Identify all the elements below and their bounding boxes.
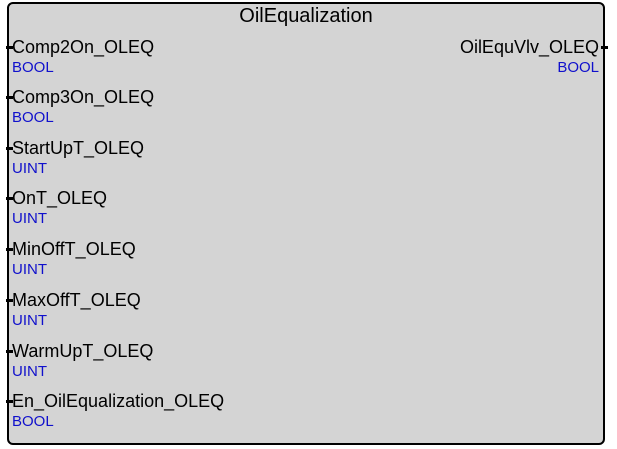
port-type: BOOL <box>12 109 54 126</box>
port-name: MinOffT_OLEQ <box>12 239 136 259</box>
port-name: Comp2On_OLEQ <box>12 37 155 57</box>
input-port-ont[interactable]: OnT_OLEQ UINT <box>6 188 108 228</box>
port-type: UINT <box>12 312 47 329</box>
port-type: UINT <box>12 210 47 227</box>
input-port-maxofft[interactable]: MaxOffT_OLEQ UINT <box>6 290 141 330</box>
input-pin[interactable] <box>6 96 13 99</box>
input-port-comp3on[interactable]: Comp3On_OLEQ BOOL <box>6 87 155 127</box>
port-name: Comp3On_OLEQ <box>12 87 155 107</box>
port-type: UINT <box>12 261 47 278</box>
function-block[interactable]: OilEqualization Comp2On_OLEQ BOOL Comp3O… <box>6 2 608 445</box>
port-name: MaxOffT_OLEQ <box>12 290 141 310</box>
input-port-startupt[interactable]: StartUpT_OLEQ UINT <box>6 138 145 178</box>
port-name: StartUpT_OLEQ <box>12 138 145 158</box>
input-pin[interactable] <box>6 400 13 403</box>
port-name: En_OilEqualization_OLEQ <box>12 391 225 411</box>
port-name: WarmUpT_OLEQ <box>12 341 154 361</box>
port-name: OnT_OLEQ <box>12 188 108 208</box>
port-type: BOOL <box>557 59 599 76</box>
input-pin[interactable] <box>6 197 13 200</box>
output-pin[interactable] <box>601 46 608 49</box>
port-type: UINT <box>12 363 47 380</box>
input-port-minofft[interactable]: MinOffT_OLEQ UINT <box>6 239 136 279</box>
input-pin[interactable] <box>6 46 13 49</box>
block-title: OilEqualization <box>239 5 373 27</box>
input-pin[interactable] <box>6 248 13 251</box>
output-port-oilequvlv[interactable]: OilEquVlv_OLEQ BOOL <box>459 37 608 77</box>
port-type: UINT <box>12 160 47 177</box>
input-pin[interactable] <box>6 350 13 353</box>
input-port-warmupt[interactable]: WarmUpT_OLEQ UINT <box>6 341 154 381</box>
input-pin[interactable] <box>6 299 13 302</box>
port-type: BOOL <box>12 59 54 76</box>
input-port-en-oilequalization[interactable]: En_OilEqualization_OLEQ BOOL <box>6 391 225 431</box>
input-port-comp2on[interactable]: Comp2On_OLEQ BOOL <box>6 37 155 77</box>
port-name: OilEquVlv_OLEQ <box>459 37 599 57</box>
port-type: BOOL <box>12 413 54 430</box>
input-pin[interactable] <box>6 147 13 150</box>
